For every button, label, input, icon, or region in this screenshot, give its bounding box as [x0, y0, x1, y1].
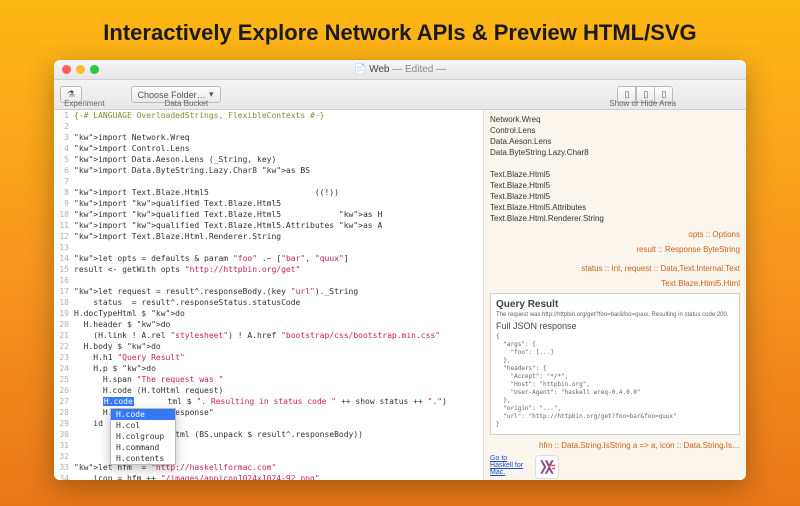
titlebar: 📄 Web — Edited — [54, 60, 746, 80]
line-gutter: 1234567891011121314151617181920212223242… [54, 110, 72, 480]
type-hint: hfm :: Data.String.IsString a => a, icon… [490, 441, 740, 450]
type-hint: Text.Blaze.Html5.Html [490, 279, 740, 288]
area-label: Show or Hide Area [609, 99, 676, 108]
minimize-icon[interactable] [76, 65, 85, 74]
window-title: 📄 Web — Edited — [54, 64, 746, 75]
preview-title: Query Result [496, 299, 734, 310]
haskell-logo-icon [535, 455, 559, 479]
autocomplete-popup[interactable]: H.codeH.colH.colgroupH.commandH.contents [110, 408, 176, 465]
experiment-label: Experiment [64, 99, 104, 108]
app-window: 📄 Web — Edited — ⚗︎ Experiment Choose Fo… [54, 60, 746, 480]
preview-link[interactable]: Go to Haskell for Mac. [490, 455, 530, 476]
html-preview: Query Result The request was http://http… [490, 293, 740, 435]
module-list: Network.WreqControl.LensData.Aeson.LensD… [490, 114, 740, 224]
chevron-down-icon: ▾ [209, 89, 214, 100]
preview-json: { "args": { "foo": [...] }, "headers": {… [496, 333, 734, 429]
code-editor[interactable]: 1234567891011121314151617181920212223242… [54, 110, 483, 480]
zoom-icon[interactable] [90, 65, 99, 74]
bucket-label: Data Bucket [165, 99, 209, 108]
hero-title: Interactively Explore Network APIs & Pre… [0, 0, 800, 60]
traffic-lights[interactable] [62, 65, 99, 74]
type-hint: opts :: Options [490, 230, 740, 239]
preview-sub: The request was http://httpbin.org/get?f… [496, 312, 734, 318]
close-icon[interactable] [62, 65, 71, 74]
playground-sidebar: Network.WreqControl.LensData.Aeson.LensD… [483, 110, 746, 480]
preview-h2: Full JSON response [496, 321, 734, 331]
toolbar: ⚗︎ Experiment Choose Folder…▾ Data Bucke… [54, 80, 746, 110]
type-hint: status :: Int, request :: Data.Text.Inte… [490, 264, 740, 273]
type-hint: result :: Response ByteString [490, 245, 740, 254]
